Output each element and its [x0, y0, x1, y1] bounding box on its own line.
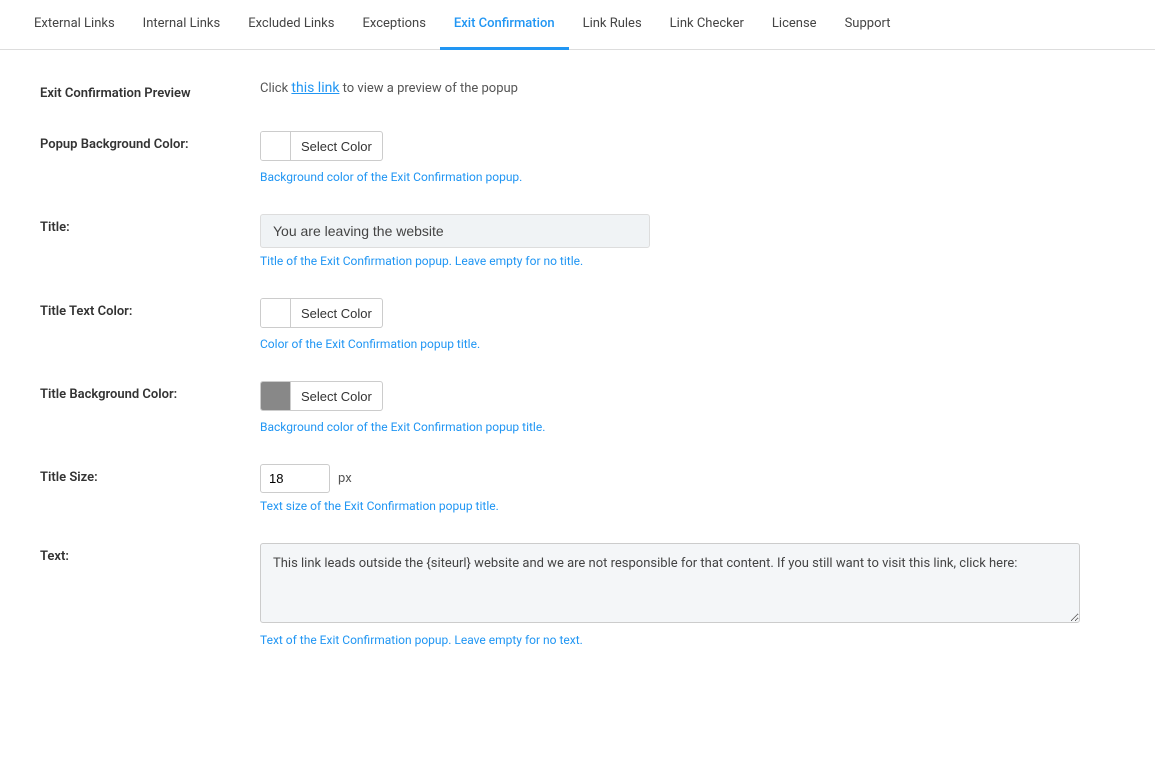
preview-label: Exit Confirmation Preview	[40, 80, 260, 101]
popup-bg-color-row: Popup Background Color: Select Color Bac…	[40, 131, 1060, 184]
title-text-color-control: Select Color Color of the Exit Confirmat…	[260, 298, 1060, 351]
title-size-label: Title Size:	[40, 464, 260, 485]
title-size-help: Text size of the Exit Confirmation popup…	[260, 499, 1060, 513]
popup-bg-color-control: Select Color Background color of the Exi…	[260, 131, 1060, 184]
title-label: Title:	[40, 214, 260, 235]
text-textarea[interactable]: This link leads outside the {siteurl} we…	[260, 543, 1080, 623]
tab-excluded-links[interactable]: Excluded Links	[234, 0, 348, 50]
tab-link-rules[interactable]: Link Rules	[569, 0, 656, 50]
tab-support[interactable]: Support	[831, 0, 905, 50]
tab-internal-links[interactable]: Internal Links	[129, 0, 235, 50]
title-text-color-label: Title Text Color:	[40, 298, 260, 319]
popup-bg-color-swatch	[261, 132, 291, 160]
text-control: This link leads outside the {siteurl} we…	[260, 543, 1080, 647]
title-size-row: Title Size: px Text size of the Exit Con…	[40, 464, 1060, 513]
title-text-color-help: Color of the Exit Confirmation popup tit…	[260, 337, 1060, 351]
title-input[interactable]	[260, 214, 650, 248]
title-bg-color-button[interactable]: Select Color	[260, 381, 383, 411]
popup-bg-color-button[interactable]: Select Color	[260, 131, 383, 161]
tab-link-checker[interactable]: Link Checker	[656, 0, 758, 50]
text-row: Text: This link leads outside the {siteu…	[40, 543, 1060, 647]
preview-text-before: Click	[260, 81, 291, 96]
text-label: Text:	[40, 543, 260, 564]
preview-row: Exit Confirmation Preview Click this lin…	[40, 80, 1060, 101]
title-bg-color-swatch	[261, 382, 291, 410]
title-size-control: px Text size of the Exit Confirmation po…	[260, 464, 1060, 513]
title-help: Title of the Exit Confirmation popup. Le…	[260, 254, 1060, 268]
title-control: Title of the Exit Confirmation popup. Le…	[260, 214, 1060, 268]
nav-tabs: External Links Internal Links Excluded L…	[0, 0, 1155, 50]
title-text-color-button[interactable]: Select Color	[260, 298, 383, 328]
popup-bg-color-help: Background color of the Exit Confirmatio…	[260, 170, 1060, 184]
title-bg-color-help: Background color of the Exit Confirmatio…	[260, 420, 1060, 434]
title-bg-color-label: Title Background Color:	[40, 381, 260, 402]
title-row: Title: Title of the Exit Confirmation po…	[40, 214, 1060, 268]
title-size-input[interactable]	[260, 464, 330, 493]
title-size-wrap: px	[260, 464, 1060, 493]
title-bg-color-control: Select Color Background color of the Exi…	[260, 381, 1060, 434]
text-help: Text of the Exit Confirmation popup. Lea…	[260, 633, 1080, 647]
preview-link[interactable]: this link	[291, 80, 339, 96]
tab-exit-confirmation[interactable]: Exit Confirmation	[440, 0, 569, 50]
title-text-color-swatch	[261, 299, 291, 327]
title-size-unit: px	[338, 471, 352, 486]
title-text-color-row: Title Text Color: Select Color Color of …	[40, 298, 1060, 351]
title-bg-color-row: Title Background Color: Select Color Bac…	[40, 381, 1060, 434]
tab-exceptions[interactable]: Exceptions	[348, 0, 439, 50]
title-text-color-btn-label: Select Color	[291, 306, 382, 321]
popup-bg-color-label: Popup Background Color:	[40, 131, 260, 152]
popup-bg-color-btn-label: Select Color	[291, 139, 382, 154]
preview-text-after: to view a preview of the popup	[339, 81, 518, 96]
tab-external-links[interactable]: External Links	[20, 0, 129, 50]
tab-license[interactable]: License	[758, 0, 831, 50]
title-bg-color-btn-label: Select Color	[291, 389, 382, 404]
main-content: Exit Confirmation Preview Click this lin…	[0, 50, 1100, 707]
preview-control: Click this link to view a preview of the…	[260, 80, 1060, 96]
